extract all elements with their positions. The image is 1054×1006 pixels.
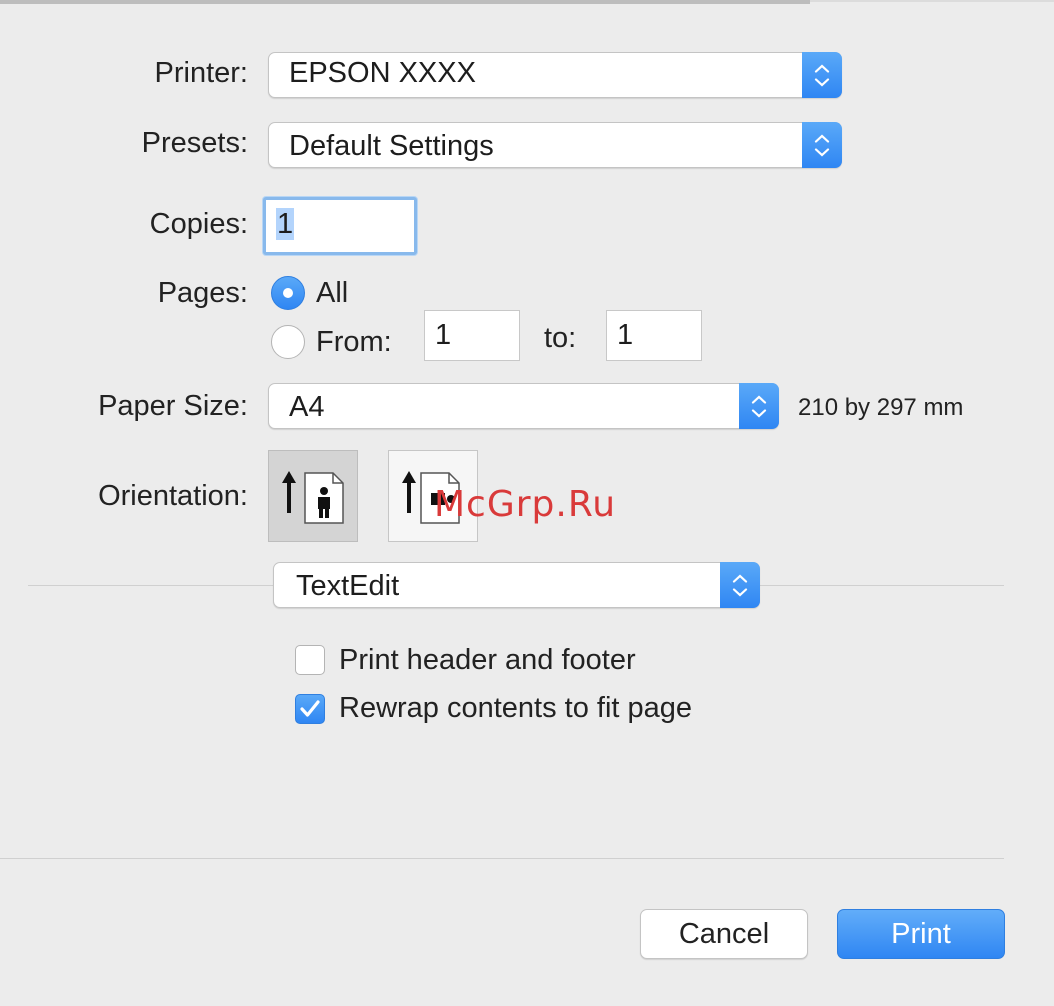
paper-size-dimensions: 210 by 297 mm <box>798 394 964 421</box>
pages-label: Pages: <box>157 277 248 309</box>
portrait-orientation-button[interactable] <box>268 450 358 542</box>
window-top-edge-light <box>810 0 1054 2</box>
copies-input[interactable]: 1 <box>263 197 417 255</box>
up-down-chevron-icon <box>802 52 842 98</box>
pages-all-radio[interactable] <box>271 276 305 310</box>
pages-all-label: All <box>316 277 349 309</box>
printer-popup[interactable]: EPSON XXXX <box>268 52 842 98</box>
window-top-edge <box>0 0 810 4</box>
presets-popup[interactable]: Default Settings <box>268 122 842 168</box>
paper-size-value: A4 <box>289 391 325 423</box>
paper-size-popup[interactable]: A4 <box>268 383 779 429</box>
paper-size-label: Paper Size: <box>98 390 248 422</box>
portrait-orientation-icon <box>282 471 344 524</box>
copies-label: Copies: <box>149 208 248 240</box>
pages-from-input[interactable]: 1 <box>424 310 520 361</box>
orientation-label: Orientation: <box>98 480 248 512</box>
presets-value: Default Settings <box>289 130 494 162</box>
watermark-text: McGrp.Ru <box>434 484 617 525</box>
app-section-value: TextEdit <box>296 570 400 602</box>
pages-from-radio[interactable] <box>271 325 305 359</box>
print-header-footer-checkbox[interactable] <box>295 645 325 675</box>
printer-label: Printer: <box>154 57 248 89</box>
checkmark-icon <box>300 700 320 717</box>
print-button[interactable]: Print <box>837 909 1005 959</box>
printer-value: EPSON XXXX <box>289 57 476 89</box>
presets-label: Presets: <box>141 127 248 159</box>
print-header-footer-label: Print header and footer <box>339 644 636 676</box>
app-section-popup[interactable]: TextEdit <box>273 562 760 608</box>
footer-divider <box>0 858 1004 859</box>
up-down-chevron-icon <box>802 122 842 168</box>
pages-to-label: to: <box>544 322 577 354</box>
up-down-chevron-icon <box>739 383 779 429</box>
rewrap-contents-checkbox[interactable] <box>295 694 325 724</box>
up-down-chevron-icon <box>720 562 760 608</box>
rewrap-contents-label: Rewrap contents to fit page <box>339 692 693 724</box>
cancel-button[interactable]: Cancel <box>640 909 808 959</box>
pages-from-label: From: <box>316 326 392 358</box>
pages-to-input[interactable]: 1 <box>606 310 702 361</box>
copies-value: 1 <box>276 208 295 240</box>
